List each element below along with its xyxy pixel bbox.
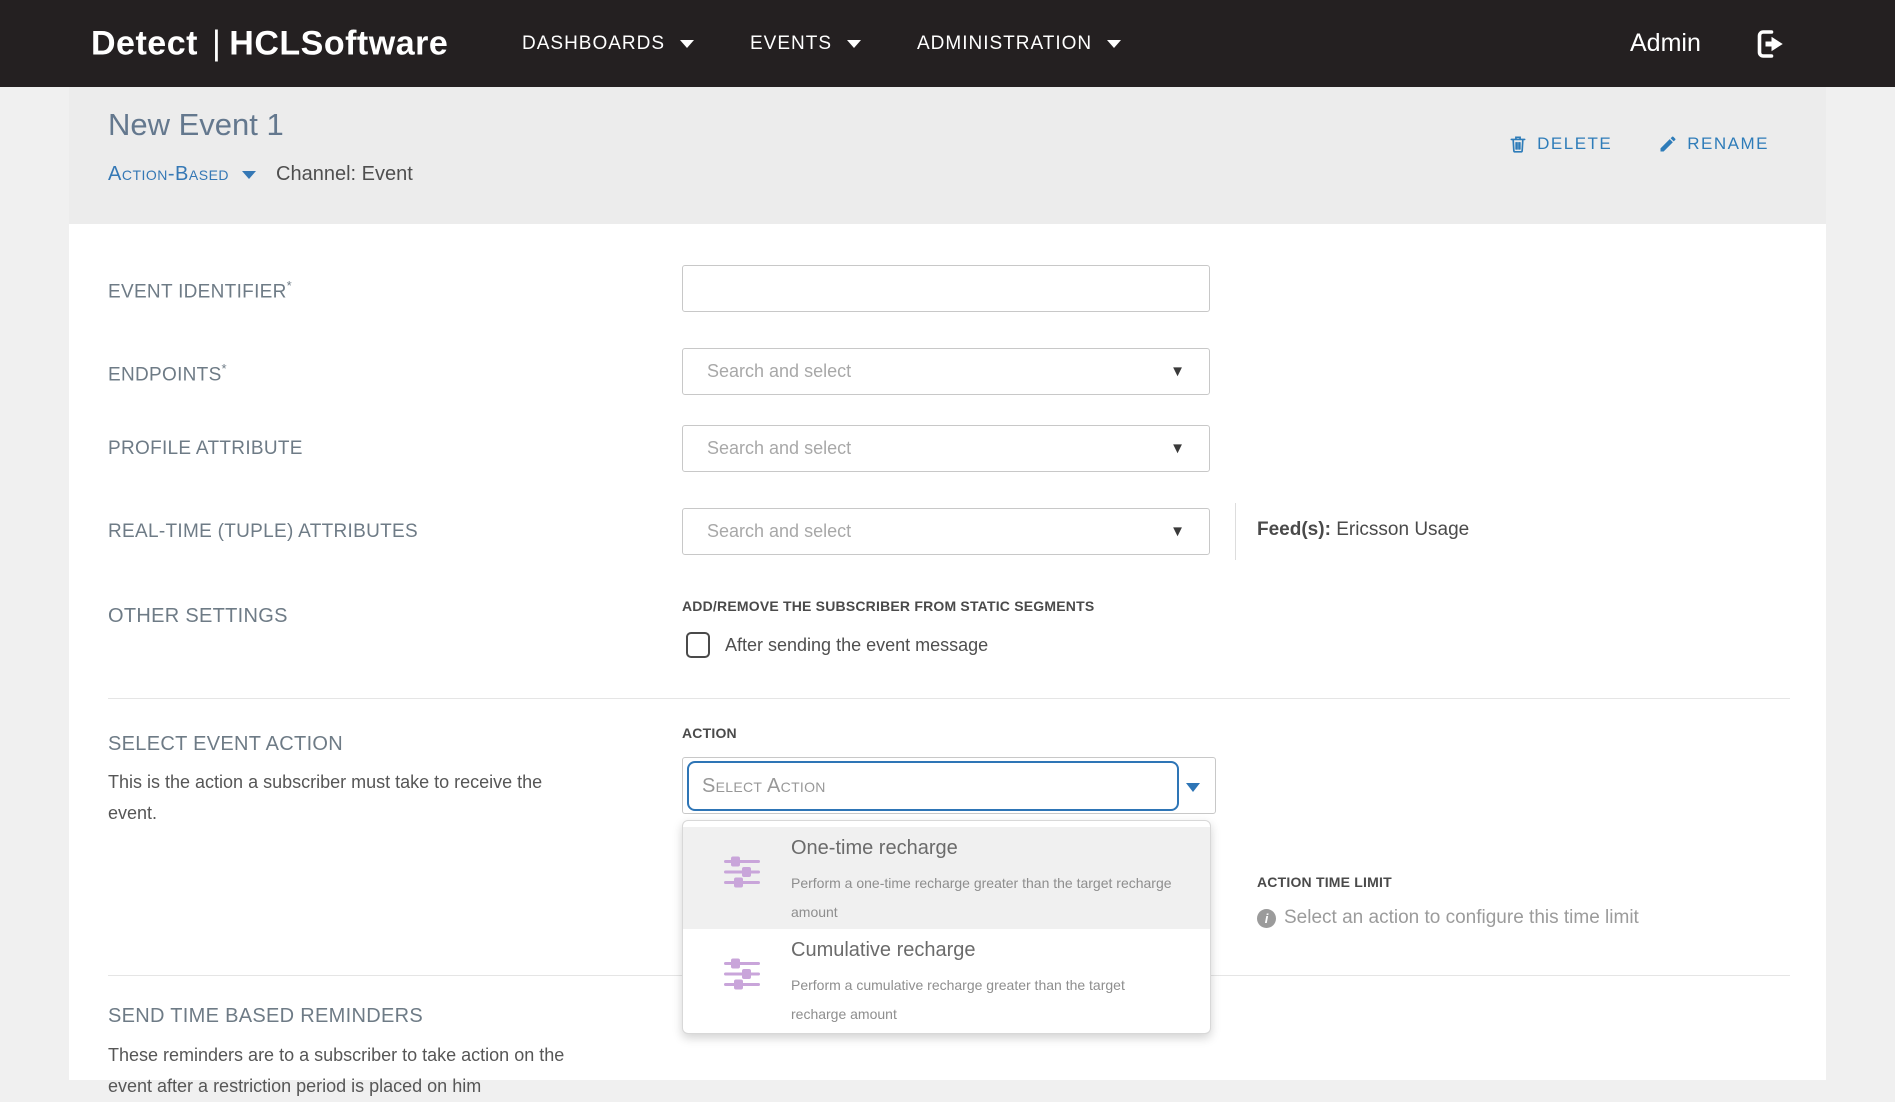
header-actions: DELETE RENAME [1508,133,1769,155]
chevron-down-icon [1107,40,1121,48]
logo-separator: | [198,24,229,62]
section-divider [108,698,1790,699]
chevron-down-icon [847,40,861,48]
static-segments-heading: ADD/REMOVE THE SUBSCRIBER FROM STATIC SE… [682,598,1094,614]
option-one-time-recharge[interactable]: One-time recharge Perform a one-time rec… [683,827,1210,929]
event-type-label: Action-Based [108,163,229,186]
nav-menu-events-label: EVENTS [750,33,832,55]
dropdown-arrow-icon: ▼ [1170,440,1209,457]
required-mark: * [222,361,227,376]
user-menu[interactable]: Admin [1630,0,1701,87]
page-title: New Event 1 [108,107,284,143]
delete-button[interactable]: DELETE [1508,133,1612,155]
select-event-action-description: This is the action a subscriber must tak… [108,767,578,829]
endpoints-placeholder: Search and select [683,361,1170,382]
event-identifier-input[interactable] [682,265,1210,312]
option-cumulative-recharge[interactable]: Cumulative recharge Perform a cumulative… [683,929,1210,1031]
after-sending-checkbox-label: After sending the event message [725,635,988,656]
option-title: Cumulative recharge [791,939,976,962]
app-logo: Detect|HCLSoftware [91,24,448,63]
nav-menu-events[interactable]: EVENTS [750,0,861,87]
delete-label: DELETE [1537,134,1612,154]
dropdown-arrow-icon: ▼ [1170,363,1209,380]
reminders-description: These reminders are to a subscriber to t… [108,1040,588,1102]
event-identifier-label: EVENT IDENTIFIER* [108,278,292,303]
nav-menu-administration-label: ADMINISTRATION [917,33,1092,55]
feeds-label: Feed(s): [1257,519,1331,540]
option-description: Perform a one-time recharge greater than… [791,869,1179,927]
feeds-info: Feed(s): Ericsson Usage [1257,519,1469,541]
action-combobox: Select Action [682,757,1216,814]
action-time-limit-hint-text: Select an action to configure this time … [1284,907,1639,929]
action-placeholder: Select Action [689,775,826,798]
other-settings-heading: OTHER SETTINGS [108,605,288,628]
action-label: ACTION [682,725,737,741]
profile-attribute-placeholder: Search and select [683,438,1170,459]
reminders-heading: SEND TIME BASED REMINDERS [108,1005,423,1028]
realtime-attributes-placeholder: Search and select [683,521,1170,542]
event-detail-card: New Event 1 Action-Based Channel: Event … [69,87,1826,1080]
chevron-down-icon [680,40,694,48]
pencil-icon [1658,134,1678,154]
profile-attribute-select[interactable]: Search and select ▼ [682,425,1210,472]
action-time-limit-hint: i Select an action to configure this tim… [1257,907,1639,929]
dropdown-arrow-icon: ▼ [1170,523,1209,540]
feeds-divider [1235,503,1236,560]
endpoints-label: ENDPOINTS* [108,361,227,386]
option-title: One-time recharge [791,837,958,860]
action-search-input[interactable]: Select Action [687,761,1179,811]
chevron-down-icon [242,171,256,179]
after-sending-checkbox[interactable] [686,632,710,658]
trash-icon [1508,133,1528,155]
nav-menu-dashboards-label: DASHBOARDS [522,33,665,55]
sliders-icon [723,853,761,891]
endpoints-select[interactable]: Search and select ▼ [682,348,1210,395]
nav-menu-dashboards[interactable]: DASHBOARDS [522,0,694,87]
nav-menu-administration[interactable]: ADMINISTRATION [917,0,1121,87]
profile-attribute-label: PROFILE ATTRIBUTE [108,438,303,460]
logo-company: HCLSoftware [229,24,448,62]
realtime-attributes-select[interactable]: Search and select ▼ [682,508,1210,555]
action-dropdown-menu: One-time recharge Perform a one-time rec… [682,820,1211,1034]
channel-label: Channel: Event [276,163,413,186]
rename-button[interactable]: RENAME [1658,133,1769,155]
info-icon: i [1257,909,1276,928]
dropdown-arrow-icon[interactable] [1186,783,1200,792]
action-time-limit-label: ACTION TIME LIMIT [1257,874,1392,890]
top-navbar: Detect|HCLSoftware DASHBOARDS EVENTS ADM… [0,0,1895,87]
event-type-selector[interactable]: Action-Based [108,163,256,186]
realtime-attributes-label: REAL-TIME (TUPLE) ATTRIBUTES [108,521,418,543]
required-mark: * [287,278,292,293]
sliders-icon [723,955,761,993]
event-header: New Event 1 Action-Based Channel: Event … [69,87,1826,224]
sign-out-icon[interactable] [1752,26,1788,62]
event-subline: Action-Based Channel: Event [108,163,413,186]
option-description: Perform a cumulative recharge greater th… [791,971,1179,1029]
select-event-action-heading: SELECT EVENT ACTION [108,733,343,756]
logo-product: Detect [91,24,198,62]
feeds-value: Ericsson Usage [1336,519,1469,540]
rename-label: RENAME [1687,134,1769,154]
